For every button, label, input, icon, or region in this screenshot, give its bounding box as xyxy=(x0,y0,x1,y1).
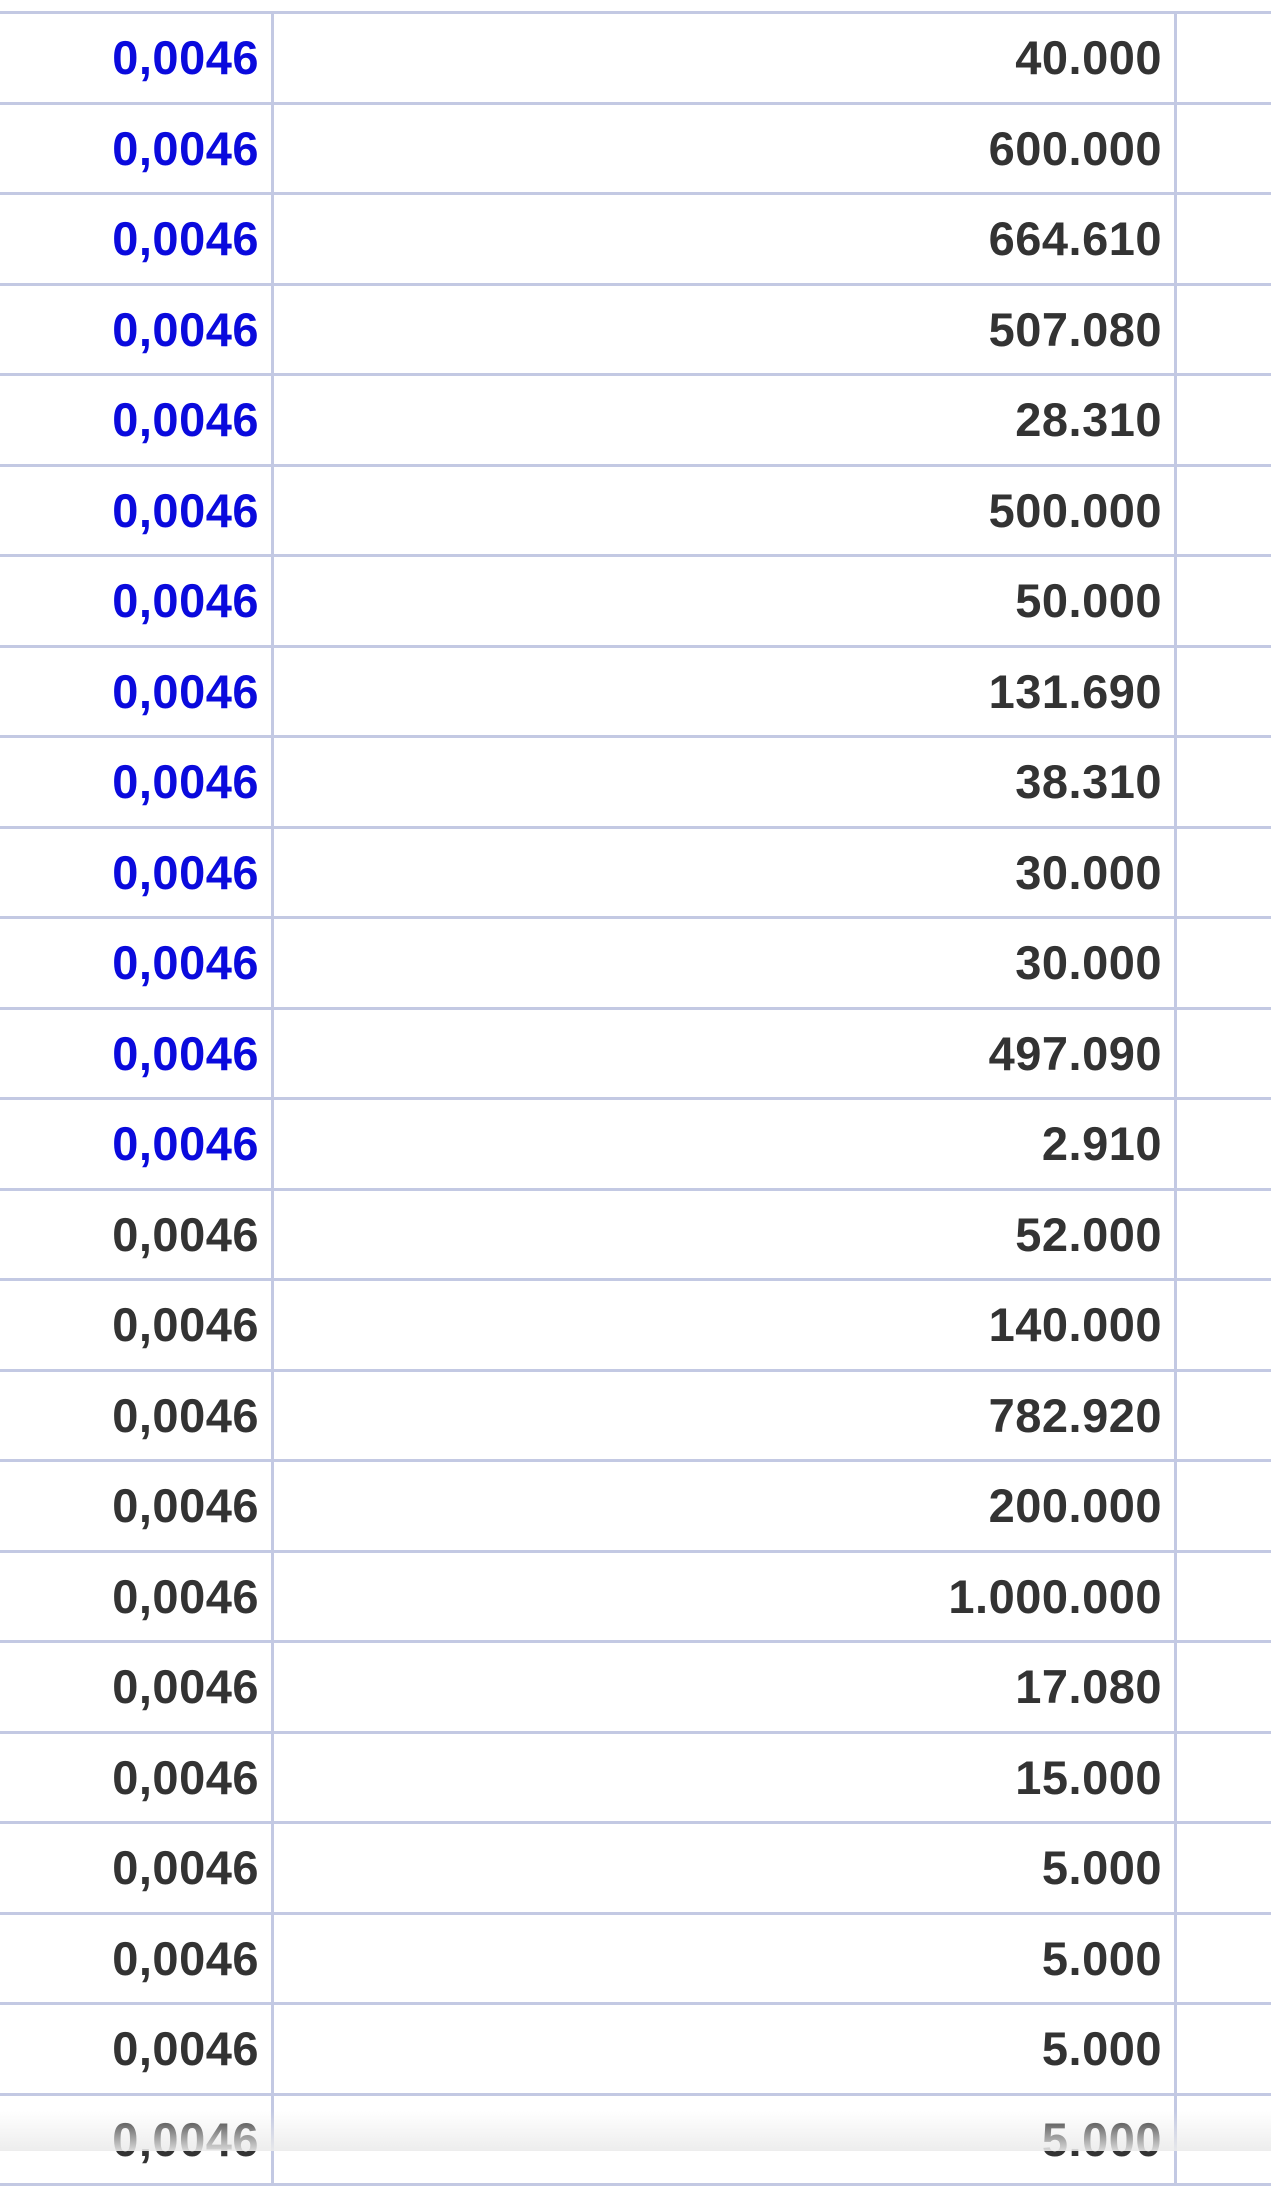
table-row: 0,004617.080 xyxy=(0,1643,1271,1734)
table-row: 0,004652.000 xyxy=(0,1191,1271,1282)
price-link[interactable]: 0,0046 xyxy=(0,648,274,736)
table-row: 0,0046140.000 xyxy=(0,1281,1271,1372)
table-row: 0,0046500.000 xyxy=(0,467,1271,558)
price-link[interactable]: 0,0046 xyxy=(0,1100,274,1188)
price-cell: 0,0046 xyxy=(0,1824,274,1912)
price-link[interactable]: 0,0046 xyxy=(0,1010,274,1098)
price-link[interactable]: 0,0046 xyxy=(0,467,274,555)
quantity-cell: 38.310 xyxy=(274,738,1177,826)
next-column-cell xyxy=(1177,1915,1271,2003)
next-column-cell xyxy=(1177,1191,1271,1279)
price-cell: 0,0046 xyxy=(0,1643,274,1731)
price-link[interactable]: 0,0046 xyxy=(0,557,274,645)
quantity-cell: 497.090 xyxy=(274,1010,1177,1098)
table-row: 0,00465.000 xyxy=(0,1915,1271,2006)
quantity-cell: 664.610 xyxy=(274,195,1177,283)
next-column-cell xyxy=(1177,1824,1271,1912)
next-column-cell xyxy=(1177,1553,1271,1641)
quantity-cell: 15.000 xyxy=(274,1734,1177,1822)
next-column-cell xyxy=(1177,1372,1271,1460)
next-column-cell xyxy=(1177,286,1271,374)
price-cell: 0,0046 xyxy=(0,2096,274,2184)
quantity-cell: 2.910 xyxy=(274,1100,1177,1188)
quantity-cell: 131.690 xyxy=(274,648,1177,736)
next-column-cell xyxy=(1177,105,1271,193)
quantity-cell: 5.000 xyxy=(274,2005,1177,2093)
quantity-cell: 30.000 xyxy=(274,919,1177,1007)
table-row: 0,00465.000 xyxy=(0,2096,1271,2186)
table-row: 0,004640.000 xyxy=(0,14,1271,105)
price-link[interactable]: 0,0046 xyxy=(0,829,274,917)
table-row: 0,004628.310 xyxy=(0,376,1271,467)
next-column-cell xyxy=(1177,1734,1271,1822)
table-row: 0,0046497.090 xyxy=(0,1010,1271,1101)
table-row: 0,0046600.000 xyxy=(0,105,1271,196)
price-link[interactable]: 0,0046 xyxy=(0,286,274,374)
next-column-cell xyxy=(1177,738,1271,826)
table-row: 0,0046200.000 xyxy=(0,1462,1271,1553)
quantity-cell: 5.000 xyxy=(274,1915,1177,2003)
price-link[interactable]: 0,0046 xyxy=(0,738,274,826)
price-cell: 0,0046 xyxy=(0,1191,274,1279)
table-row: 0,00465.000 xyxy=(0,1824,1271,1915)
price-link[interactable]: 0,0046 xyxy=(0,919,274,1007)
quantity-cell: 5.000 xyxy=(274,2096,1177,2184)
next-column-cell xyxy=(1177,14,1271,102)
price-cell: 0,0046 xyxy=(0,2005,274,2093)
next-column-cell xyxy=(1177,557,1271,645)
next-column-cell xyxy=(1177,467,1271,555)
quantity-cell: 17.080 xyxy=(274,1643,1177,1731)
next-column-cell xyxy=(1177,195,1271,283)
next-column-cell xyxy=(1177,2005,1271,2093)
price-cell: 0,0046 xyxy=(0,1281,274,1369)
quantity-cell: 30.000 xyxy=(274,829,1177,917)
price-cell: 0,0046 xyxy=(0,1734,274,1822)
table-row: 0,004615.000 xyxy=(0,1734,1271,1825)
trades-table: 0,004640.0000,0046600.0000,0046664.6100,… xyxy=(0,11,1271,2186)
table-row: 0,004630.000 xyxy=(0,829,1271,920)
quantity-cell: 40.000 xyxy=(274,14,1177,102)
table-row: 0,0046782.920 xyxy=(0,1372,1271,1463)
quantity-cell: 500.000 xyxy=(274,467,1177,555)
next-column-cell xyxy=(1177,648,1271,736)
table-row: 0,004630.000 xyxy=(0,919,1271,1010)
next-column-cell xyxy=(1177,2096,1271,2184)
quantity-cell: 600.000 xyxy=(274,105,1177,193)
quantity-cell: 140.000 xyxy=(274,1281,1177,1369)
next-column-cell xyxy=(1177,1010,1271,1098)
quantity-cell: 50.000 xyxy=(274,557,1177,645)
price-link[interactable]: 0,0046 xyxy=(0,195,274,283)
quantity-cell: 782.920 xyxy=(274,1372,1177,1460)
table-row: 0,004638.310 xyxy=(0,738,1271,829)
quantity-cell: 52.000 xyxy=(274,1191,1177,1279)
quantity-cell: 28.310 xyxy=(274,376,1177,464)
quantity-cell: 200.000 xyxy=(274,1462,1177,1550)
quantity-cell: 1.000.000 xyxy=(274,1553,1177,1641)
table-row: 0,00461.000.000 xyxy=(0,1553,1271,1644)
price-cell: 0,0046 xyxy=(0,1553,274,1641)
table-row: 0,00462.910 xyxy=(0,1100,1271,1191)
table-row: 0,00465.000 xyxy=(0,2005,1271,2096)
next-column-cell xyxy=(1177,1643,1271,1731)
table-row: 0,0046507.080 xyxy=(0,286,1271,377)
price-link[interactable]: 0,0046 xyxy=(0,14,274,102)
next-column-cell xyxy=(1177,829,1271,917)
table-row: 0,004650.000 xyxy=(0,557,1271,648)
price-cell: 0,0046 xyxy=(0,1372,274,1460)
next-column-cell xyxy=(1177,1100,1271,1188)
next-column-cell xyxy=(1177,1281,1271,1369)
next-column-cell xyxy=(1177,919,1271,1007)
quantity-cell: 507.080 xyxy=(274,286,1177,374)
next-column-cell xyxy=(1177,1462,1271,1550)
price-cell: 0,0046 xyxy=(0,1462,274,1550)
table-row: 0,0046131.690 xyxy=(0,648,1271,739)
price-link[interactable]: 0,0046 xyxy=(0,376,274,464)
price-link[interactable]: 0,0046 xyxy=(0,105,274,193)
price-cell: 0,0046 xyxy=(0,1915,274,2003)
next-column-cell xyxy=(1177,376,1271,464)
table-row: 0,0046664.610 xyxy=(0,195,1271,286)
quantity-cell: 5.000 xyxy=(274,1824,1177,1912)
